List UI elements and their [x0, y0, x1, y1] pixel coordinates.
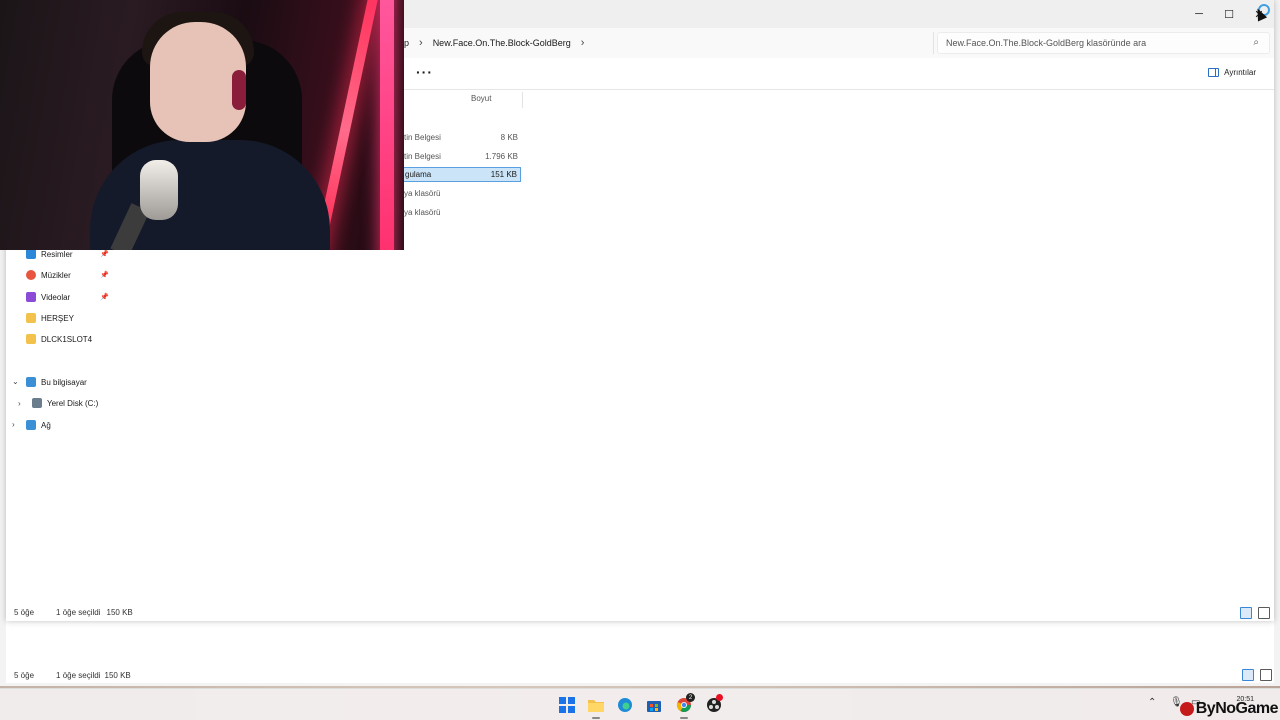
- computer-icon: [26, 377, 36, 387]
- disk-icon: [32, 398, 42, 408]
- microphone: [140, 160, 178, 220]
- file-row-selected[interactable]: gulama 151 KB: [401, 167, 521, 182]
- background-view-switcher: [1242, 669, 1272, 681]
- edge-icon[interactable]: [616, 696, 634, 714]
- file-size: 151 KB: [490, 170, 517, 179]
- background-selection-info: 1 öğe seçildi 150 KB: [56, 671, 131, 680]
- search-placeholder: New.Face.On.The.Block-GoldBerg klasöründ…: [946, 38, 1147, 48]
- nav-item-hersey[interactable]: HERŞEY: [26, 310, 118, 326]
- search-input[interactable]: New.Face.On.The.Block-GoldBerg klasöründ…: [937, 32, 1270, 54]
- status-bar: 5 öğe 1 öğe seçildi 150 KB: [14, 608, 133, 617]
- file-type: ya klasörü: [404, 189, 441, 198]
- breadcrumb-current-item[interactable]: New.Face.On.The.Block-GoldBerg: [433, 38, 571, 48]
- pin-icon[interactable]: 📌: [100, 271, 109, 279]
- search-icon[interactable]: ⌕: [1253, 37, 1259, 48]
- folder-icon: [26, 313, 36, 323]
- nav-item-network[interactable]: Ağ: [26, 417, 118, 433]
- chevron-down-icon[interactable]: ⌄: [12, 377, 19, 386]
- recording-dot-icon: [716, 694, 723, 701]
- webcam-overlay: [0, 0, 404, 250]
- pictures-icon: [26, 249, 36, 259]
- details-pane-icon: [1208, 68, 1220, 77]
- folder-icon: [26, 334, 36, 344]
- nav-item-label: Resimler: [41, 249, 73, 259]
- nav-item-dlck1slot4[interactable]: DLCK1SLOT4: [26, 331, 118, 347]
- item-count: 5 öğe: [14, 608, 35, 617]
- background-status-bar: 5 öğe 1 öğe seçildi 150 KB: [14, 671, 131, 680]
- file-row[interactable]: ya klasörü: [401, 205, 521, 220]
- file-type: gulama: [405, 170, 432, 179]
- active-app-indicator: [680, 717, 688, 719]
- chrome-badge: 2: [686, 693, 695, 702]
- more-options-button[interactable]: ···: [416, 64, 433, 80]
- background-item-count: 5 öğe: [14, 671, 35, 680]
- chevron-up-icon[interactable]: ⌃: [1148, 697, 1156, 708]
- details-view-icon[interactable]: [1242, 669, 1254, 681]
- file-size: 1.796 KB: [485, 152, 518, 161]
- nav-item-this-pc[interactable]: Bu bilgisayar: [26, 374, 118, 390]
- active-app-indicator: [592, 717, 600, 719]
- nav-item-label: Yerel Disk (C:): [47, 398, 99, 408]
- taskbar: 2 ⌃ 🎙 ▭ 20:51: [0, 688, 1280, 720]
- nav-item-label: Bu bilgisayar: [41, 377, 87, 387]
- file-row[interactable]: ya klasörü: [401, 186, 521, 201]
- start-icon[interactable]: [558, 696, 576, 714]
- nav-item-label: Müzikler: [41, 270, 71, 280]
- file-row[interactable]: tin Belgesi 1.796 KB: [401, 149, 521, 164]
- network-icon: [26, 420, 36, 430]
- headset: [232, 70, 246, 110]
- nav-item-label: DLCK1SLOT4: [41, 334, 93, 344]
- file-type: ya klasörü: [404, 208, 441, 217]
- selection-info: 1 öğe seçildi 150 KB: [56, 608, 133, 617]
- file-type: tin Belgesi: [404, 152, 441, 161]
- chevron-right-icon[interactable]: ›: [581, 37, 585, 49]
- maximize-button[interactable]: ☐: [1214, 0, 1244, 28]
- videos-icon: [26, 292, 36, 302]
- chevron-right-icon: ›: [419, 37, 423, 49]
- file-type: tin Belgesi: [404, 133, 441, 142]
- minimize-button[interactable]: ─: [1184, 0, 1214, 28]
- store-icon[interactable]: [645, 696, 663, 714]
- details-label: Ayrıntılar: [1224, 68, 1256, 77]
- nav-item-label: Ağ: [41, 420, 51, 430]
- pin-icon[interactable]: 📌: [100, 293, 109, 301]
- breadcrumb-prev-item[interactable]: p: [404, 38, 409, 48]
- tiles-view-icon[interactable]: [1260, 669, 1272, 681]
- chevron-right-icon[interactable]: ›: [12, 420, 15, 429]
- pin-icon[interactable]: 📌: [100, 250, 109, 258]
- watermark-text: ByNoGame: [1195, 700, 1279, 717]
- music-icon: [26, 270, 36, 280]
- nav-item-local-disk[interactable]: Yerel Disk (C:): [32, 395, 124, 411]
- led-light: [380, 0, 394, 250]
- file-row[interactable]: tin Belgesi 8 KB: [401, 130, 521, 145]
- chevron-right-icon[interactable]: ›: [18, 399, 21, 408]
- file-explorer-icon[interactable]: [587, 696, 605, 714]
- watermark: ByNoGame: [1179, 700, 1279, 718]
- file-size: 8 KB: [500, 133, 518, 142]
- nav-item-label: HERŞEY: [41, 313, 74, 323]
- details-pane-button[interactable]: Ayrıntılar: [1208, 68, 1256, 77]
- details-view-icon[interactable]: [1240, 607, 1252, 619]
- nav-item-label: Videolar: [41, 292, 71, 302]
- bynogame-logo-icon: [1179, 702, 1194, 716]
- column-header-size[interactable]: Boyut: [471, 94, 491, 103]
- breadcrumb: p › New.Face.On.The.Block-GoldBerg ›: [404, 34, 584, 52]
- column-divider[interactable]: [522, 92, 523, 108]
- tiles-view-icon[interactable]: [1258, 607, 1270, 619]
- view-switcher: [1240, 607, 1270, 619]
